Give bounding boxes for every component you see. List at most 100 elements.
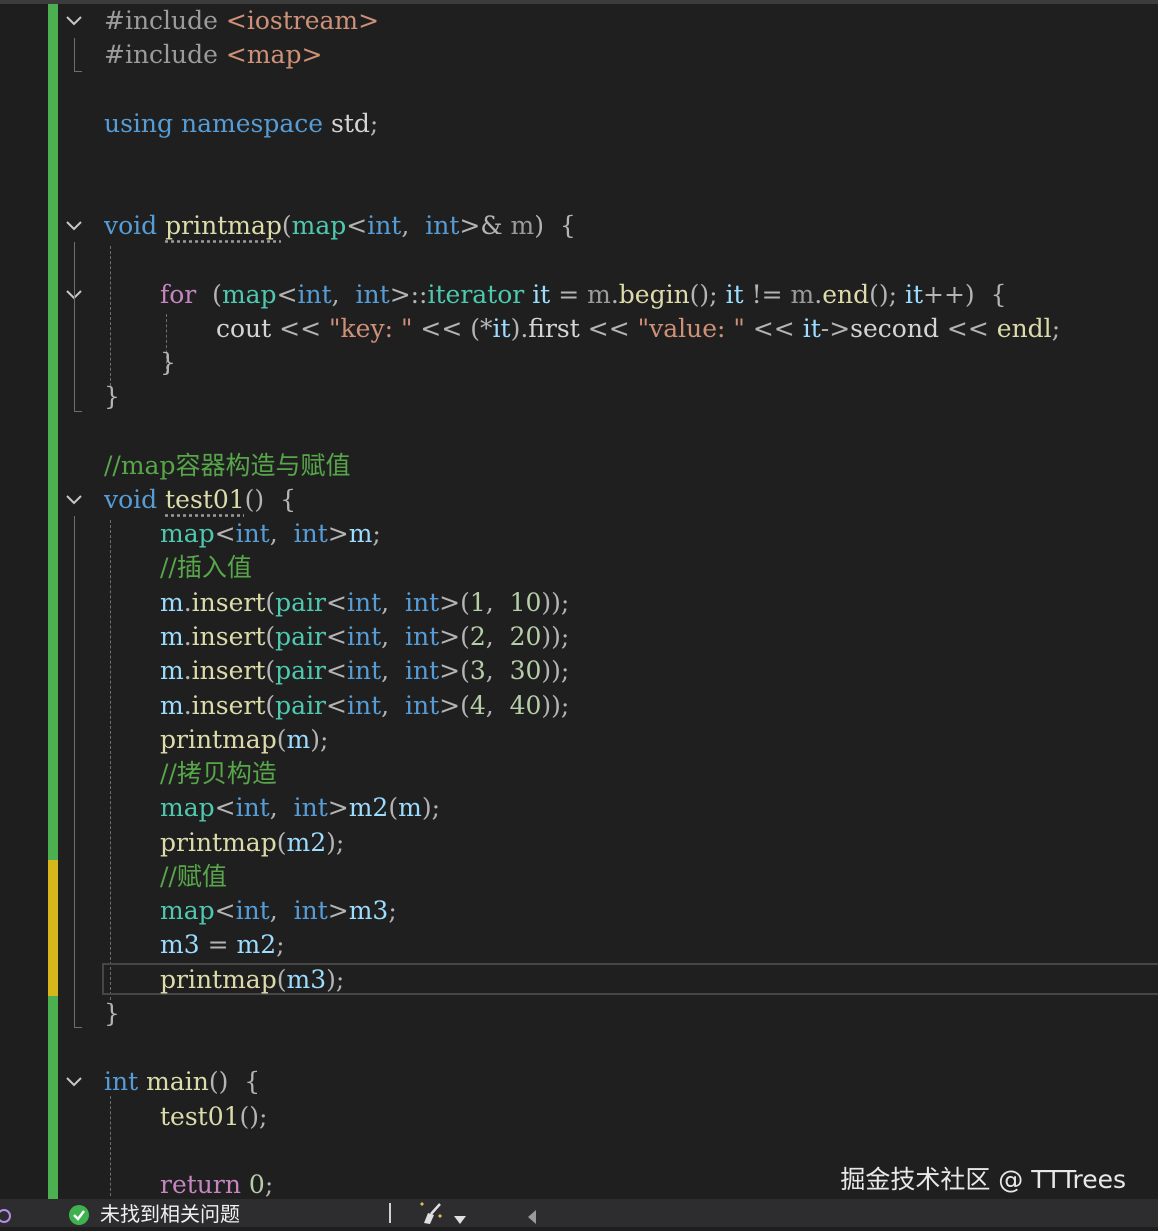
code-line[interactable]: printmap(m3); bbox=[160, 963, 344, 997]
type-token: pair bbox=[275, 622, 327, 651]
member-token: second bbox=[850, 314, 939, 343]
keyword-token: using bbox=[104, 109, 174, 138]
function-token: printmap bbox=[160, 965, 277, 994]
code-line[interactable]: printmap(m); bbox=[160, 723, 328, 757]
outline-guide bbox=[74, 411, 82, 412]
code-line[interactable]: } bbox=[104, 380, 120, 414]
keyword-token: int bbox=[404, 656, 440, 685]
code-line[interactable]: test01(); bbox=[160, 1100, 267, 1134]
keyword-token: void bbox=[104, 485, 158, 514]
function-token: test01 bbox=[160, 1102, 240, 1131]
fold-chevron-icon[interactable] bbox=[64, 490, 84, 510]
function-token: insert bbox=[191, 691, 266, 720]
fold-chevron-icon[interactable] bbox=[64, 216, 84, 236]
keyword-token: int bbox=[404, 622, 440, 651]
code-line[interactable]: #include <map> bbox=[104, 38, 322, 72]
indent-guide bbox=[110, 1096, 111, 1196]
variable-token: it bbox=[492, 314, 511, 343]
fold-chevron-icon[interactable] bbox=[64, 1072, 84, 1092]
code-line[interactable]: map<int, int>m; bbox=[160, 517, 381, 551]
issues-status[interactable]: 未找到相关问题 bbox=[100, 1200, 240, 1228]
directive-token: #include bbox=[104, 6, 218, 35]
indent-guide bbox=[110, 246, 111, 386]
code-line[interactable]: m.insert(pair<int, int>(2, 20)); bbox=[160, 620, 569, 654]
type-token: map bbox=[291, 211, 347, 240]
member-token: first bbox=[528, 314, 580, 343]
code-line[interactable]: map<int, int>m2(m); bbox=[160, 791, 440, 825]
code-line[interactable]: m.insert(pair<int, int>(3, 30)); bbox=[160, 654, 569, 688]
variable-token: m2 bbox=[286, 828, 327, 857]
type-token: map bbox=[160, 896, 215, 925]
keyword-token: int bbox=[346, 588, 382, 617]
status-separator bbox=[389, 1203, 391, 1223]
function-token: test01 bbox=[165, 485, 245, 514]
namespace-token: std bbox=[330, 109, 370, 138]
comment-token: //插入值 bbox=[160, 553, 252, 582]
code-line[interactable]: m3 = m2; bbox=[160, 928, 285, 962]
keyword-token: int bbox=[297, 280, 332, 309]
code-line[interactable]: //赋值 bbox=[160, 860, 227, 894]
code-line[interactable]: map<int, int>m3; bbox=[160, 894, 397, 928]
function-token: begin bbox=[618, 280, 690, 309]
variable-token: m bbox=[160, 588, 184, 617]
code-line[interactable]: int main() { bbox=[104, 1065, 260, 1099]
string-token: "key: " bbox=[329, 314, 413, 343]
variable-token: m3 bbox=[160, 930, 200, 959]
number-token: 20 bbox=[509, 622, 542, 651]
chevron-down-icon[interactable] bbox=[452, 1207, 468, 1224]
code-line[interactable]: void test01() { bbox=[104, 483, 296, 517]
type-token: pair bbox=[275, 691, 327, 720]
keyword-token: int bbox=[346, 656, 382, 685]
code-line[interactable]: printmap(m2); bbox=[160, 826, 344, 860]
variable-token: cout bbox=[216, 314, 272, 343]
code-line[interactable]: //map容器构造与赋值 bbox=[104, 449, 350, 483]
copilot-icon[interactable] bbox=[0, 1205, 16, 1223]
code-line[interactable]: m.insert(pair<int, int>(4, 40)); bbox=[160, 689, 569, 723]
variable-token: m2 bbox=[236, 930, 277, 959]
watermark: 掘金技术社区 @ TTTrees bbox=[840, 1165, 1126, 1194]
code-line[interactable]: //插入值 bbox=[160, 551, 252, 585]
variable-token: m2 bbox=[348, 793, 389, 822]
code-line[interactable]: return 0; bbox=[160, 1168, 273, 1202]
variable-token: it bbox=[725, 280, 744, 309]
keyword-token: int bbox=[404, 691, 440, 720]
code-line[interactable]: using namespace std; bbox=[104, 107, 378, 141]
type-token: pair bbox=[275, 588, 327, 617]
fold-chevron-icon[interactable] bbox=[64, 11, 84, 31]
header-token: <map> bbox=[225, 40, 323, 69]
keyword-token: for bbox=[160, 280, 197, 309]
code-cleanup-brush-icon[interactable] bbox=[418, 1201, 444, 1225]
header-token: <iostream> bbox=[225, 6, 380, 35]
code-line[interactable]: void printmap(map<int, int>& m) { bbox=[104, 209, 576, 243]
outline-guide bbox=[74, 71, 82, 72]
type-token: map bbox=[160, 793, 215, 822]
keyword-token: int bbox=[367, 211, 402, 240]
variable-token: m bbox=[160, 622, 184, 651]
outline-guide bbox=[74, 516, 75, 1028]
keyword-token: int bbox=[293, 793, 328, 822]
code-line[interactable]: m.insert(pair<int, int>(1, 10)); bbox=[160, 586, 569, 620]
check-circle-icon[interactable] bbox=[68, 1204, 90, 1226]
code-line[interactable]: } bbox=[104, 997, 120, 1031]
code-editor[interactable]: #include <iostream> #include <map> using… bbox=[0, 0, 1158, 1199]
variable-token: m bbox=[160, 656, 184, 685]
code-line[interactable]: } bbox=[160, 346, 176, 380]
variable-token: m3 bbox=[348, 896, 389, 925]
number-token: 30 bbox=[509, 656, 542, 685]
directive-token: #include bbox=[104, 40, 218, 69]
keyword-token: int bbox=[235, 519, 270, 548]
code-line[interactable]: for (map<int, int>::iterator it = m.begi… bbox=[160, 278, 1007, 312]
comment-token: //map容器构造与赋值 bbox=[104, 451, 351, 480]
function-token: end bbox=[822, 280, 870, 309]
status-bar: 未找到相关问题 bbox=[0, 1199, 1158, 1227]
number-token: 4 bbox=[469, 691, 486, 720]
scroll-left-arrow-icon[interactable] bbox=[526, 1206, 538, 1224]
keyword-token: int bbox=[404, 588, 440, 617]
keyword-token: return bbox=[160, 1170, 241, 1199]
keyword-token: int bbox=[346, 622, 382, 651]
code-line[interactable]: cout << "key: " << (*it).first << "value… bbox=[216, 312, 1060, 346]
code-line[interactable]: #include <iostream> bbox=[104, 4, 379, 38]
function-token: insert bbox=[191, 656, 266, 685]
code-line[interactable]: //拷贝构造 bbox=[160, 757, 277, 791]
keyword-token: int bbox=[355, 280, 390, 309]
